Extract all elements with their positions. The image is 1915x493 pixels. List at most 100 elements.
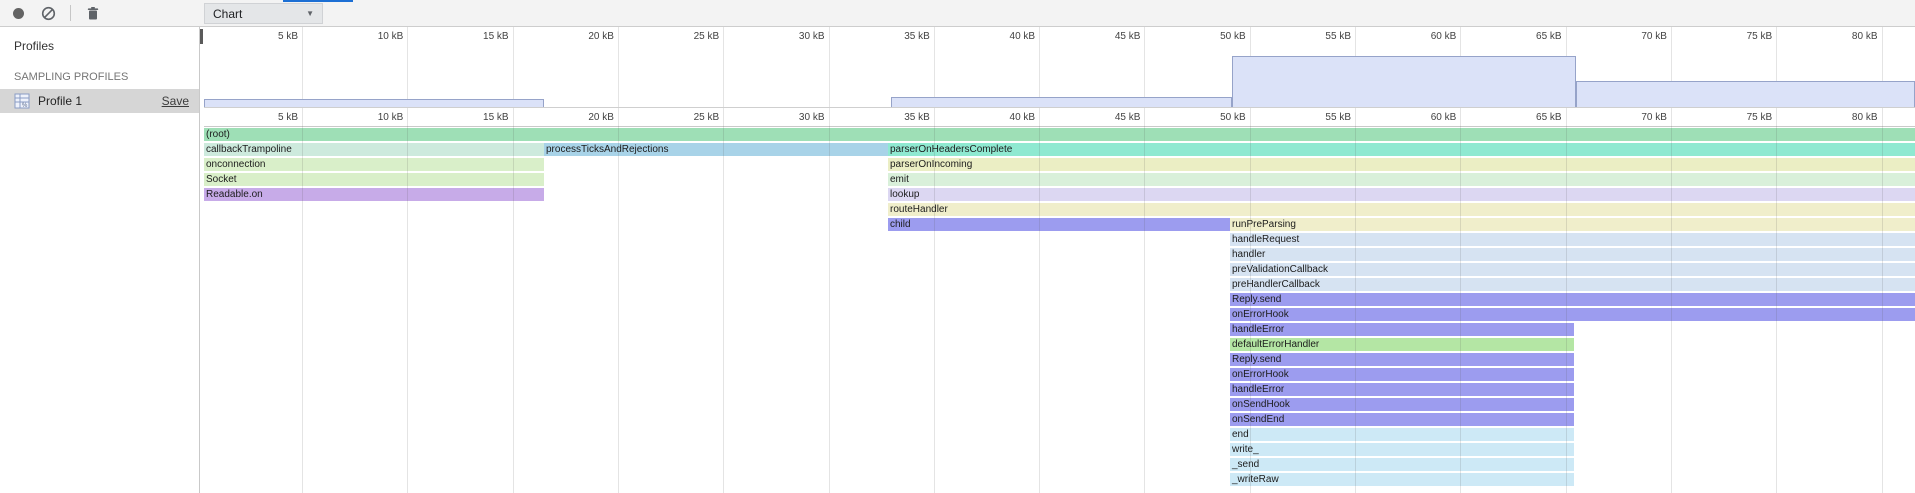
flame-bar[interactable]: handleError [1230,383,1574,396]
gridline [407,27,408,107]
flame-bar[interactable]: processTicksAndRejections [544,143,888,156]
flame-bar[interactable]: onconnection [204,158,544,171]
gridline [1144,27,1145,107]
delete-profile-button[interactable] [85,5,101,21]
toolbar-separator [70,5,71,21]
ruler-tick-label: 10 kB [323,112,403,123]
ruler-tick-label: 15 kB [429,112,509,123]
overview-tick-label: 35 kB [850,31,930,42]
overview-tick-label: 5 kB [218,31,298,42]
active-tab-indicator [283,0,353,2]
flame-bar[interactable]: defaultErrorHandler [1230,338,1574,351]
overview-tick-label: 40 kB [955,31,1035,42]
flame-bar[interactable]: handler [1230,248,1915,261]
ruler-tick-label: 45 kB [1060,112,1140,123]
overview-tick-label: 15 kB [429,31,509,42]
clear-button[interactable] [40,5,56,21]
ruler-tick-label: 25 kB [639,112,719,123]
overview-tick-label: 10 kB [323,31,403,42]
circle-slash-icon [41,6,56,21]
toolbar-buttons [0,0,200,26]
flame-bar[interactable]: (root) [204,128,1915,141]
record-button[interactable] [10,5,26,21]
ruler-tick-label: 30 kB [745,112,825,123]
overview-tick-label: 80 kB [1798,31,1878,42]
ruler-tick-label: 70 kB [1587,112,1667,123]
svg-text:%: % [22,103,28,109]
flame-bar[interactable]: onSendHook [1230,398,1574,411]
chevron-down-icon: ▼ [306,9,314,18]
ruler-tick-label: 20 kB [534,112,614,123]
ruler-tick-label: 35 kB [850,112,930,123]
profile-icon: % [14,93,30,109]
flame-bar[interactable]: Reply.send [1230,353,1574,366]
record-icon [13,8,24,19]
overview-silhouette-segment [1232,56,1576,107]
flame-bar[interactable]: Reply.send [1230,293,1915,306]
overview-silhouette-segment [204,99,544,107]
gridline [302,27,303,107]
overview-tick-label: 75 kB [1692,31,1772,42]
overview-tick-label: 25 kB [639,31,719,42]
flame-bar[interactable]: parserOnIncoming [888,158,1915,171]
flame-bar[interactable]: parserOnHeadersComplete [888,143,1915,156]
gridline [829,27,830,107]
ruler-tick-label: 80 kB [1798,112,1878,123]
profile-list-item[interactable]: % Profile 1 Save [0,89,199,113]
overview-tick-label: 65 kB [1482,31,1562,42]
flame-bar[interactable]: emit [888,173,1915,186]
toolbar: Chart ▼ [0,0,1915,27]
sidebar-title: Profiles [0,27,199,53]
overview-tick-label: 60 kB [1376,31,1456,42]
flame-bar[interactable]: onErrorHook [1230,308,1915,321]
sampling-profiles-section-label: SAMPLING PROFILES [0,53,199,89]
gridline [618,27,619,107]
flame-bar[interactable]: onErrorHook [1230,368,1574,381]
view-mode-select[interactable]: Chart ▼ [204,3,323,24]
overview-tick-label: 70 kB [1587,31,1667,42]
save-profile-link[interactable]: Save [162,94,189,108]
ruler-tick-label: 65 kB [1482,112,1562,123]
flame-bar[interactable]: onSendEnd [1230,413,1574,426]
view-mode-value: Chart [213,7,242,21]
flame-chart-pane: 5 kB 10 kB 15 kB 20 kB 25 kB 30 kB 35 kB 40 kB 4… [204,27,1915,493]
ruler-tick-label: 75 kB [1692,112,1772,123]
ruler-tick-label: 50 kB [1166,112,1246,123]
profiles-sidebar: Profiles SAMPLING PROFILES % Profile 1 S… [0,27,200,493]
flame-bar[interactable]: Socket [204,173,544,186]
overview-silhouette-segment [1576,81,1915,107]
flame-bar[interactable]: write_ [1230,443,1574,456]
flame-bar[interactable]: runPreParsing [1230,218,1915,231]
flame-bar[interactable]: _send [1230,458,1574,471]
gridline [934,27,935,107]
memory-profiler-panel: Chart ▼ Profiles SAMPLING PROFILES % Pro… [0,0,1915,493]
flame-bar[interactable]: preValidationCallback [1230,263,1915,276]
overview-tick-label: 50 kB [1166,31,1246,42]
gridline [1039,27,1040,107]
size-ruler: 5 kB 10 kB 15 kB 20 kB 25 kB 30 kB 35 kB 40 kB 4… [204,108,1915,127]
gridline [513,27,514,107]
flame-bar[interactable]: routeHandler [888,203,1915,216]
trash-icon [86,6,100,21]
flame-bar[interactable]: Readable.on [204,188,544,201]
overview-tick-label: 30 kB [745,31,825,42]
flame-bar[interactable]: handleRequest [1230,233,1915,246]
flame-graph: (root) callbackTrampolineprocessTicksAndR… [204,127,1915,493]
overview-silhouette-segment [891,97,1232,107]
flame-bar[interactable]: _writeRaw [1230,473,1574,486]
flame-bar[interactable]: handleError [1230,323,1574,336]
allocation-overview[interactable]: 5 kB10 kB15 kB20 kB25 kB30 kB35 kB40 kB4… [204,27,1915,108]
flame-bar[interactable]: end [1230,428,1574,441]
overview-tick-label: 20 kB [534,31,614,42]
sidebar-scrollbar-grip[interactable] [200,29,203,44]
flame-bar[interactable]: lookup [888,188,1915,201]
flame-bar[interactable]: preHandlerCallback [1230,278,1915,291]
ruler-tick-label: 40 kB [955,112,1035,123]
gridline [723,27,724,107]
ruler-tick-label: 60 kB [1376,112,1456,123]
flame-bar[interactable]: child [888,218,1230,231]
profile-name: Profile 1 [38,94,82,108]
ruler-tick-label: 5 kB [218,112,298,123]
flame-bar[interactable]: callbackTrampoline [204,143,544,156]
overview-tick-label: 55 kB [1271,31,1351,42]
